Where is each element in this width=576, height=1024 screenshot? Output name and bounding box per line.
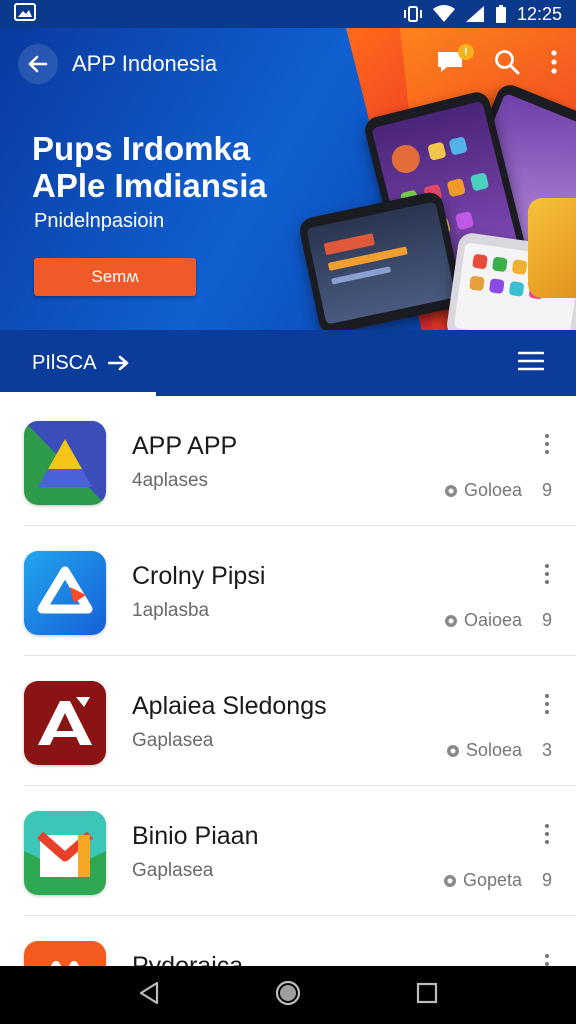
more-options-button[interactable] [544,824,550,848]
hero-subtitle: Pnidelnpasioin [34,210,165,232]
app-meta: Gopeta 9 [443,870,552,891]
app-subtitle: 4aplases [132,470,209,491]
tab-bar: PIlSCA [0,330,576,396]
list-item[interactable]: Binio Piaan Gaplasea Gopeta 9 [24,786,576,916]
signal-icon [465,5,485,23]
vibrate-icon [403,5,423,23]
app-icon-drive [24,421,106,505]
app-bar: APP Indonesia ! [0,28,576,100]
meta-value: 9 [541,870,552,890]
hero-cta-button[interactable]: Semʍ [34,258,196,296]
notifications-button[interactable]: ! [436,43,474,79]
meta-label: Gopeta [462,870,522,890]
hero-title-line-1: Pups Irdomka [32,130,251,167]
nav-recents-button[interactable] [416,982,438,1009]
hero-banner: APP Indonesia ! Pups Irdomka APle Imdian… [0,28,576,396]
gallery-notification-icon [14,2,36,26]
nav-back-button[interactable] [138,981,160,1010]
meta-value: 9 [541,610,552,630]
app-subtitle: 1aplasba [132,600,210,621]
circle-home-icon [275,980,301,1005]
hamburger-menu-icon [517,351,545,370]
app-name: APP APP [132,432,238,460]
more-options-button[interactable] [544,564,550,588]
search-icon [495,49,520,74]
app-list: APP APP 4aplases Goloea 9 Crolny Pipsi 1… [0,396,576,966]
search-button[interactable] [494,49,520,80]
tab-active[interactable]: PIlSCA [32,352,130,375]
system-nav-bar [0,966,576,1024]
meta-label: Soloea [465,740,522,760]
meta-label: Oaioea [463,610,522,630]
more-options-button[interactable] [544,694,550,718]
gear-icon [446,744,459,757]
hero-title-line-2: APle Imdiansia [32,167,267,204]
app-icon-crolny [24,551,106,635]
battery-icon [495,4,507,24]
app-name: Binio Piaan [132,822,259,850]
app-icon-pydoraica [24,941,106,966]
app-meta: Goloea 9 [444,480,552,501]
app-name: Crolny Pipsi [132,562,266,590]
more-vertical-icon [551,49,557,74]
app-title: APP Indonesia [72,51,218,76]
meta-value: 3 [541,740,552,760]
arrow-left-icon [28,55,48,73]
wifi-icon [432,5,455,23]
list-item[interactable]: Crolny Pipsi 1aplasba Oaioea 9 [24,526,576,656]
meta-label: Goloea [463,480,522,500]
arrow-right-icon [108,355,129,371]
gear-icon [444,614,457,627]
more-options-button[interactable] [544,434,550,458]
app-subtitle: Gaplasea [132,730,214,751]
app-icon-binio [24,811,106,895]
gear-icon [444,484,457,497]
tab-label: PIlSCA [32,351,97,374]
status-time: 12:25 [516,3,562,24]
hero-title: Pups Irdomka APle Imdiansia [32,130,332,204]
app-meta: Soloea 3 [446,740,552,761]
menu-button[interactable] [517,351,545,376]
list-item[interactable]: Aplaiea Sledongs Gaplasea Soloea 3 [24,656,576,786]
status-bar: 12:25 [0,0,576,28]
app-meta: Oaioea 9 [444,610,552,631]
gear-icon [443,874,456,887]
yellow-device-shape [528,198,576,298]
list-item[interactable]: Pydoraica [24,916,576,966]
app-subtitle: Gaplasea [132,860,214,881]
triangle-back-icon [139,981,158,1004]
back-button[interactable] [18,44,58,84]
overflow-menu-button[interactable] [550,49,558,79]
list-item[interactable]: APP APP 4aplases Goloea 9 [24,396,576,526]
app-name: Pydoraica [132,952,244,966]
nav-home-button[interactable] [275,980,301,1011]
notification-badge: ! [458,43,474,60]
square-recents-icon [417,982,438,1003]
app-icon-aplaiea [24,681,106,765]
more-options-button[interactable] [544,954,550,966]
app-name: Aplaiea Sledongs [132,692,327,720]
meta-value: 9 [541,480,552,500]
